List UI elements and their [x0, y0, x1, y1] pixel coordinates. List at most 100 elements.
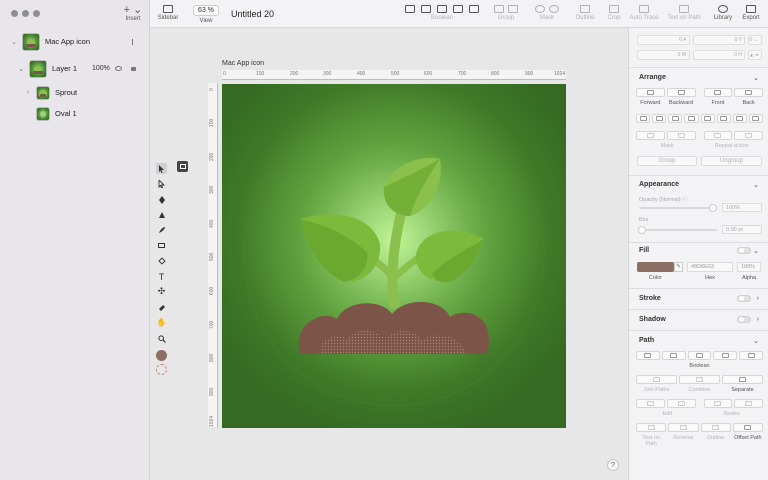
zoom-control[interactable]: 63 % View: [186, 5, 226, 24]
direct-select-tool[interactable]: [156, 178, 167, 189]
shadow-toggle[interactable]: [737, 316, 751, 323]
artboard-mac-app-icon[interactable]: [222, 84, 566, 428]
curve-tool[interactable]: [156, 209, 167, 220]
select-tool[interactable]: [156, 163, 167, 174]
angle-field[interactable]: 0 ∟: [748, 35, 762, 45]
nodes-button-a[interactable]: [703, 399, 733, 408]
blur-slider[interactable]: [638, 226, 717, 234]
repeat-settings-button[interactable]: [734, 131, 763, 140]
width-field[interactable]: 0 W: [637, 50, 690, 60]
fill-color-well[interactable]: [637, 262, 674, 272]
insert-button[interactable]: + ⌄ Insert: [120, 5, 146, 27]
close-window-button[interactable]: [11, 10, 18, 17]
layer-row-oval[interactable]: Oval 1: [0, 103, 150, 124]
backward-button[interactable]: [666, 88, 696, 97]
eraser-tool[interactable]: [156, 302, 167, 313]
minimize-window-button[interactable]: [22, 10, 29, 17]
divide-button[interactable]: [739, 351, 763, 360]
outline-button[interactable]: Outline: [574, 5, 596, 21]
layer-row-layer1[interactable]: ⌄ Layer 1 100%: [0, 58, 150, 79]
fill-hex-field[interactable]: #8D6E63: [687, 262, 733, 272]
rectangle-tool[interactable]: [156, 240, 167, 251]
hand-tool[interactable]: ✋: [156, 317, 167, 328]
difference-button[interactable]: [713, 351, 738, 360]
artboard-title[interactable]: Mac App icon: [222, 60, 264, 67]
layer-row-artboard[interactable]: ⌄ Mac App icon: [0, 31, 150, 52]
front-button[interactable]: [703, 88, 733, 97]
sprout-artwork[interactable]: [222, 84, 566, 428]
eye-icon[interactable]: [115, 66, 122, 71]
text-tool[interactable]: T: [156, 271, 167, 282]
chevron-down-icon[interactable]: ⌄: [753, 181, 759, 189]
offset-path-button[interactable]: [732, 423, 763, 432]
align-center-button[interactable]: [652, 114, 667, 123]
chevron-down-icon[interactable]: ⌄: [10, 38, 18, 46]
zoom-value[interactable]: 63 %: [193, 5, 219, 16]
align-left-button[interactable]: [636, 114, 651, 123]
mask-button[interactable]: Mask: [534, 5, 560, 21]
text-on-path-button[interactable]: Text on Path: [664, 5, 704, 21]
chevron-right-icon[interactable]: ›: [757, 295, 759, 302]
text-on-path-button[interactable]: [636, 423, 667, 432]
chevron-down-icon[interactable]: ⌄: [753, 247, 759, 255]
align-middle-button[interactable]: [700, 114, 715, 123]
eyedropper-icon[interactable]: ✎: [674, 262, 683, 272]
join-paths-button[interactable]: [636, 375, 677, 384]
nodes-button-b[interactable]: [734, 399, 763, 408]
reverse-button[interactable]: [668, 423, 699, 432]
opacity-slider[interactable]: [639, 204, 717, 212]
lock-icon[interactable]: [131, 66, 136, 71]
distribute-v-button[interactable]: [748, 114, 763, 123]
unmask-button[interactable]: [666, 131, 696, 140]
pen-tool[interactable]: [156, 194, 167, 205]
pin-icon[interactable]: [132, 38, 137, 45]
height-field[interactable]: 0 H: [692, 50, 745, 60]
difference-icon[interactable]: [453, 5, 463, 13]
align-bottom-button[interactable]: [716, 114, 731, 123]
zoom-window-button[interactable]: [33, 10, 40, 17]
ungroup-button[interactable]: Ungroup: [701, 156, 762, 166]
combine-button[interactable]: [679, 375, 720, 384]
chevron-down-icon[interactable]: ⌄: [17, 65, 25, 73]
blur-value[interactable]: 0.00 pt: [722, 225, 762, 234]
divide-icon[interactable]: [469, 5, 479, 13]
distribute-h-button[interactable]: [732, 114, 747, 123]
back-button[interactable]: [734, 88, 763, 97]
separate-button[interactable]: [722, 375, 763, 384]
fill-alpha-field[interactable]: 100%: [737, 262, 761, 272]
layer-row-sprout[interactable]: › Sprout: [0, 82, 150, 103]
artboard-tool[interactable]: [177, 161, 188, 172]
canvas-area[interactable]: Mac App icon 0 100 200 300 400 500 600 7…: [150, 28, 628, 480]
subtract-icon[interactable]: [421, 5, 431, 13]
chevron-right-icon[interactable]: ›: [757, 316, 759, 323]
y-field[interactable]: 0 Y: [692, 35, 745, 45]
vertical-ruler[interactable]: 0 100 200 300 400 500 600 700 800 900 10…: [208, 83, 218, 427]
export-button[interactable]: Export: [739, 5, 763, 21]
opacity-value[interactable]: 100%: [722, 203, 762, 212]
group-button[interactable]: Group: [637, 156, 697, 166]
stroke-toggle[interactable]: [737, 295, 751, 302]
edit-button[interactable]: [636, 399, 665, 408]
fill-toggle[interactable]: [737, 247, 751, 254]
intersect-button[interactable]: [687, 351, 712, 360]
auto-trace-button[interactable]: Auto Trace: [628, 5, 660, 21]
union-button[interactable]: [636, 351, 660, 360]
layer-opacity[interactable]: 100%: [92, 65, 110, 72]
help-button[interactable]: ?: [607, 459, 619, 471]
flip-field[interactable]: ◭ ◂: [748, 50, 762, 60]
edit-confirm-button[interactable]: [666, 399, 696, 408]
subtract-button[interactable]: [661, 351, 686, 360]
fill-tool[interactable]: [156, 255, 167, 266]
outline-button[interactable]: [700, 423, 731, 432]
crop-button[interactable]: Crop: [605, 5, 623, 21]
chevron-down-icon[interactable]: ⌄: [753, 337, 759, 345]
align-top-button[interactable]: [684, 114, 699, 123]
x-field[interactable]: 0 A: [637, 35, 690, 45]
chevron-right-icon[interactable]: ›: [24, 89, 32, 96]
chevron-down-icon[interactable]: ⌄: [753, 74, 759, 82]
union-icon[interactable]: [405, 5, 415, 13]
repeat-button[interactable]: [703, 131, 733, 140]
sidebar-toggle-button[interactable]: Sidebar: [156, 5, 180, 21]
forward-button[interactable]: [636, 88, 665, 97]
intersect-icon[interactable]: [437, 5, 447, 13]
